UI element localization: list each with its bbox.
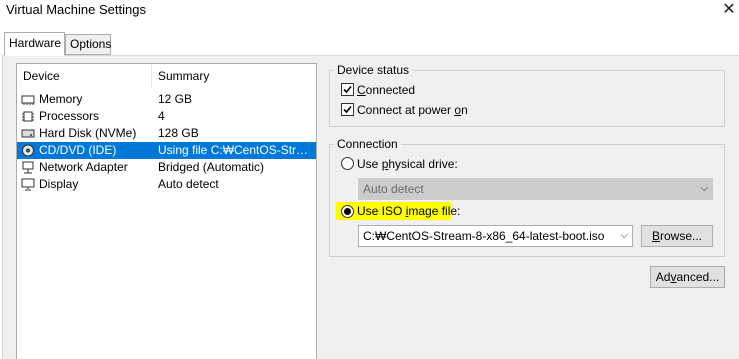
advanced-button[interactable]: Advanced... xyxy=(650,266,725,288)
window-title: Virtual Machine Settings xyxy=(6,2,146,17)
device-summary: 128 GB xyxy=(158,126,199,140)
connect-at-power-on-label[interactable]: Connect at power on xyxy=(357,103,468,117)
device-row-network-adapter[interactable]: Network Adapter Bridged (Automatic) xyxy=(17,159,316,176)
physical-drive-select: Auto detect ⌵ xyxy=(358,178,713,200)
network-adapter-icon xyxy=(21,161,35,174)
checkmark-icon xyxy=(343,105,352,114)
device-summary: 12 GB xyxy=(158,92,193,106)
device-list[interactable]: Device Summary Memory 12 GB Processors 4… xyxy=(16,63,317,359)
close-icon[interactable]: ✕ xyxy=(719,0,739,20)
device-status-title: Device status xyxy=(334,63,413,77)
iso-path-combo[interactable]: C:₩CentOS-Stream-8-x86_64-latest-boot.is… xyxy=(358,225,633,247)
device-summary: 4 xyxy=(158,109,165,123)
device-row-processors[interactable]: Processors 4 xyxy=(17,108,316,125)
display-icon xyxy=(21,178,35,191)
device-name: CD/DVD (IDE) xyxy=(39,143,117,157)
column-header-summary[interactable]: Summary xyxy=(152,64,316,88)
tab-options[interactable]: Options xyxy=(65,34,111,55)
column-header-device[interactable]: Device xyxy=(17,64,152,88)
physical-drive-radio[interactable] xyxy=(341,157,354,170)
physical-drive-label[interactable]: Use physical drive: xyxy=(357,157,458,171)
device-row-memory[interactable]: Memory 12 GB xyxy=(17,91,316,108)
device-row-hard-disk[interactable]: Hard Disk (NVMe) 128 GB xyxy=(17,125,316,142)
checkmark-icon xyxy=(343,85,352,94)
chevron-down-icon[interactable]: ⌵ xyxy=(620,226,628,246)
device-row-display[interactable]: Display Auto detect xyxy=(17,176,316,193)
physical-drive-value: Auto detect xyxy=(363,182,424,196)
device-row-cd-dvd[interactable]: CD/DVD (IDE) Using file C:₩CentOS-Strea.… xyxy=(17,142,316,159)
tab-hardware[interactable]: Hardware xyxy=(4,32,65,56)
iso-path-value: C:₩CentOS-Stream-8-x86_64-latest-boot.is… xyxy=(363,229,605,243)
device-name: Network Adapter xyxy=(39,160,128,174)
connection-title: Connection xyxy=(334,137,401,151)
iso-image-radio[interactable] xyxy=(341,205,354,218)
device-summary: Using file C:₩CentOS-Strea... xyxy=(158,143,314,157)
tab-options-label: Options xyxy=(70,37,112,51)
processor-icon xyxy=(21,110,35,123)
tab-hardware-label: Hardware xyxy=(9,36,62,50)
cd-dvd-icon xyxy=(21,144,35,157)
hard-disk-icon xyxy=(21,127,35,140)
device-name: Hard Disk (NVMe) xyxy=(39,126,137,140)
memory-icon xyxy=(21,93,35,106)
device-name: Display xyxy=(39,177,79,191)
connected-label[interactable]: Connected xyxy=(357,83,415,97)
connected-checkbox[interactable] xyxy=(341,83,354,96)
browse-button[interactable]: Browse... xyxy=(641,225,713,247)
iso-image-label[interactable]: Use ISO image file: xyxy=(357,204,460,218)
chevron-down-icon: ⌵ xyxy=(700,183,708,194)
device-name: Memory xyxy=(39,92,83,106)
device-status-group xyxy=(329,70,725,127)
device-summary: Bridged (Automatic) xyxy=(158,160,265,174)
connect-at-power-on-checkbox[interactable] xyxy=(341,103,354,116)
device-name: Processors xyxy=(39,109,100,123)
device-summary: Auto detect xyxy=(158,177,219,191)
